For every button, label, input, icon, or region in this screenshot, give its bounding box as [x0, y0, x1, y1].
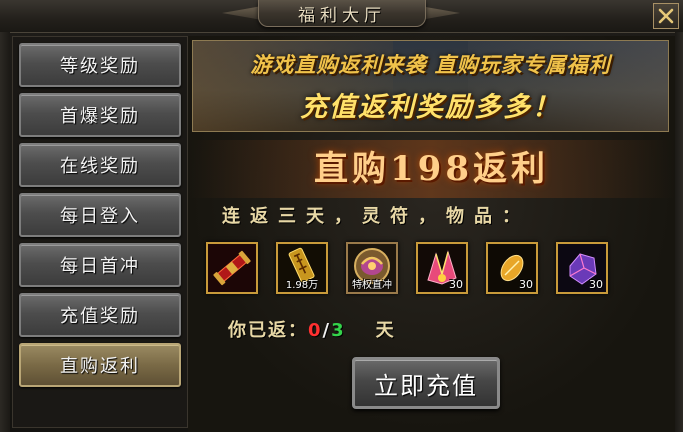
- reward-quantity: 30: [449, 278, 463, 291]
- sidebar-item-daily-first-recharge[interactable]: 每日首冲: [19, 243, 181, 287]
- window-left-frame: [0, 32, 10, 432]
- progress-current: 0: [308, 320, 323, 341]
- sidebar-item-label: 每日登入: [60, 206, 140, 227]
- sidebar-item-first-drop-reward[interactable]: 首爆奖励: [19, 93, 181, 137]
- title-plate: 福利大厅: [258, 0, 426, 27]
- red-scroll-icon: [208, 244, 256, 292]
- sidebar-item-level-reward[interactable]: 等级奖励: [19, 43, 181, 87]
- window-right-frame: [675, 32, 683, 432]
- progress-unit: 天: [375, 320, 396, 341]
- promo-banner: 游戏直购返利来袭 直购玩家专属福利 充值返利奖励多多！: [192, 40, 669, 132]
- sidebar-item-label: 等级奖励: [60, 56, 140, 77]
- banner-slogan: 充值返利奖励多多！: [300, 92, 561, 123]
- sidebar-item-recharge-reward[interactable]: 充值奖励: [19, 293, 181, 337]
- reward-slot[interactable]: 30: [416, 242, 468, 294]
- recharge-now-button[interactable]: 立即充值: [352, 357, 500, 409]
- rebate-progress: 你已返：0/3 天: [228, 316, 396, 342]
- sidebar-item-label: 直购返利: [60, 356, 140, 377]
- sidebar-item-label: 每日首冲: [60, 256, 140, 277]
- welfare-hall-window: 福利大厅 等级奖励 首爆奖励 在线奖励 每日登入 每日首冲 充值奖励 直购返利 …: [0, 0, 683, 432]
- sidebar: 等级奖励 首爆奖励 在线奖励 每日登入 每日首冲 充值奖励 直购返利: [12, 36, 188, 428]
- reward-slot[interactable]: 30: [486, 242, 538, 294]
- sidebar-item-online-reward[interactable]: 在线奖励: [19, 143, 181, 187]
- sidebar-item-daily-login[interactable]: 每日登入: [19, 193, 181, 237]
- close-icon: [658, 8, 674, 24]
- reward-description: 连返三天，灵符，物品：: [222, 206, 530, 227]
- reward-items: 1.98万 特权直冲 30 30 30: [206, 242, 626, 298]
- reward-slot[interactable]: 1.98万: [276, 242, 328, 294]
- recharge-button-label: 立即充值: [374, 371, 478, 400]
- sidebar-item-direct-purchase-rebate[interactable]: 直购返利: [19, 343, 181, 387]
- close-button[interactable]: [653, 3, 679, 29]
- banner-headline: 游戏直购返利来袭 直购玩家专属福利: [250, 53, 611, 77]
- reward-quantity: 30: [589, 278, 603, 291]
- sidebar-item-label: 在线奖励: [60, 156, 140, 177]
- reward-slot[interactable]: [206, 242, 258, 294]
- reward-slot[interactable]: 特权直冲: [346, 242, 398, 294]
- sidebar-item-label: 充值奖励: [60, 306, 140, 327]
- progress-label: 你已返：: [228, 320, 308, 341]
- rebate-headline: 直购198返利: [314, 149, 549, 189]
- reward-amount: 1.98万: [285, 280, 319, 291]
- reward-slot[interactable]: 30: [556, 242, 608, 294]
- content-panel: 游戏直购返利来袭 直购玩家专属福利 充值返利奖励多多！ 直购198返利 连返三天…: [188, 36, 675, 432]
- reward-tag: 特权直冲: [352, 280, 392, 291]
- progress-separator: /: [322, 320, 332, 341]
- sidebar-item-label: 首爆奖励: [60, 106, 140, 127]
- reward-quantity: 30: [519, 278, 533, 291]
- window-title: 福利大厅: [298, 5, 386, 26]
- progress-goal: 3: [331, 320, 346, 341]
